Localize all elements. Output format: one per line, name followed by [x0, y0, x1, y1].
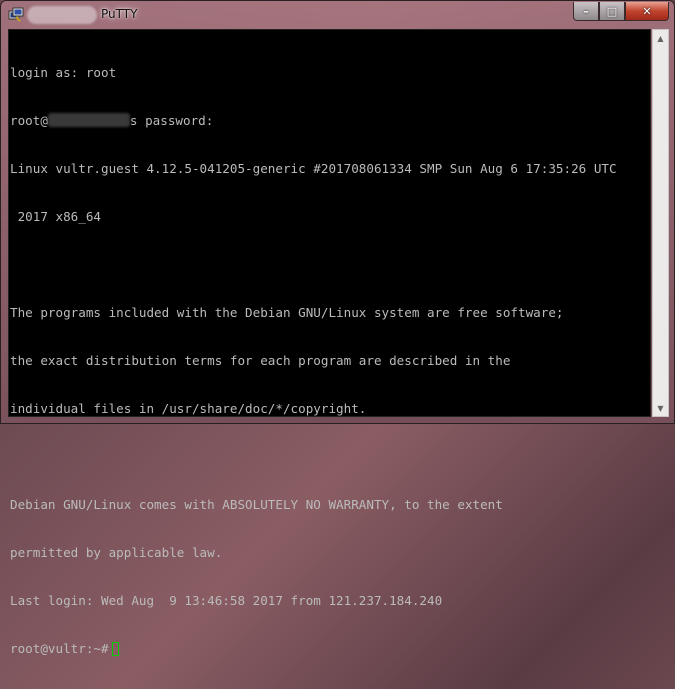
window-title: PuTTY [101, 7, 138, 21]
vertical-scrollbar[interactable]: ▲ ▼ [652, 29, 669, 417]
scroll-up-arrow-icon[interactable]: ▲ [653, 30, 668, 46]
terminal-output: login as: root root@ s password: Linux vu… [10, 33, 617, 689]
terminal-prompt-line: root@vultr:~# [10, 641, 617, 657]
terminal-text: root@ [10, 113, 48, 128]
redacted-title-prefix [27, 6, 97, 24]
putty-icon[interactable] [8, 7, 24, 23]
maximize-button[interactable]: □ [599, 2, 625, 21]
terminal-line: the exact distribution terms for each pr… [10, 353, 511, 368]
scroll-down-arrow-icon[interactable]: ▼ [653, 400, 668, 416]
terminal-line: 2017 x86_64 [10, 209, 101, 224]
terminal-line: permitted by applicable law. [10, 545, 223, 560]
terminal-line: root@ s password: [10, 113, 617, 129]
text-cursor [111, 642, 119, 656]
terminal-area[interactable]: login as: root root@ s password: Linux vu… [8, 29, 651, 656]
window-controls: – □ ✕ [573, 2, 669, 21]
minimize-button[interactable]: – [573, 2, 599, 21]
terminal-line: individual files in /usr/share/doc/*/cop… [10, 401, 367, 416]
putty-window: PuTTY – □ ✕ login as: root root@ s passwo… [0, 0, 675, 656]
terminal-line: Last login: Wed Aug 9 13:46:58 2017 from… [10, 593, 443, 608]
terminal-text: s password: [129, 113, 214, 128]
redacted-hostname [47, 113, 130, 127]
title-bar[interactable]: PuTTY – □ ✕ [1, 1, 674, 29]
terminal-line: login as: root [10, 65, 117, 80]
terminal-line: The programs included with the Debian GN… [10, 305, 564, 320]
shell-prompt: root@vultr:~# [10, 641, 109, 656]
terminal-line: Debian GNU/Linux comes with ABSOLUTELY N… [10, 497, 503, 512]
close-button[interactable]: ✕ [625, 2, 669, 21]
terminal-line: Linux vultr.guest 4.12.5-041205-generic … [10, 161, 617, 176]
